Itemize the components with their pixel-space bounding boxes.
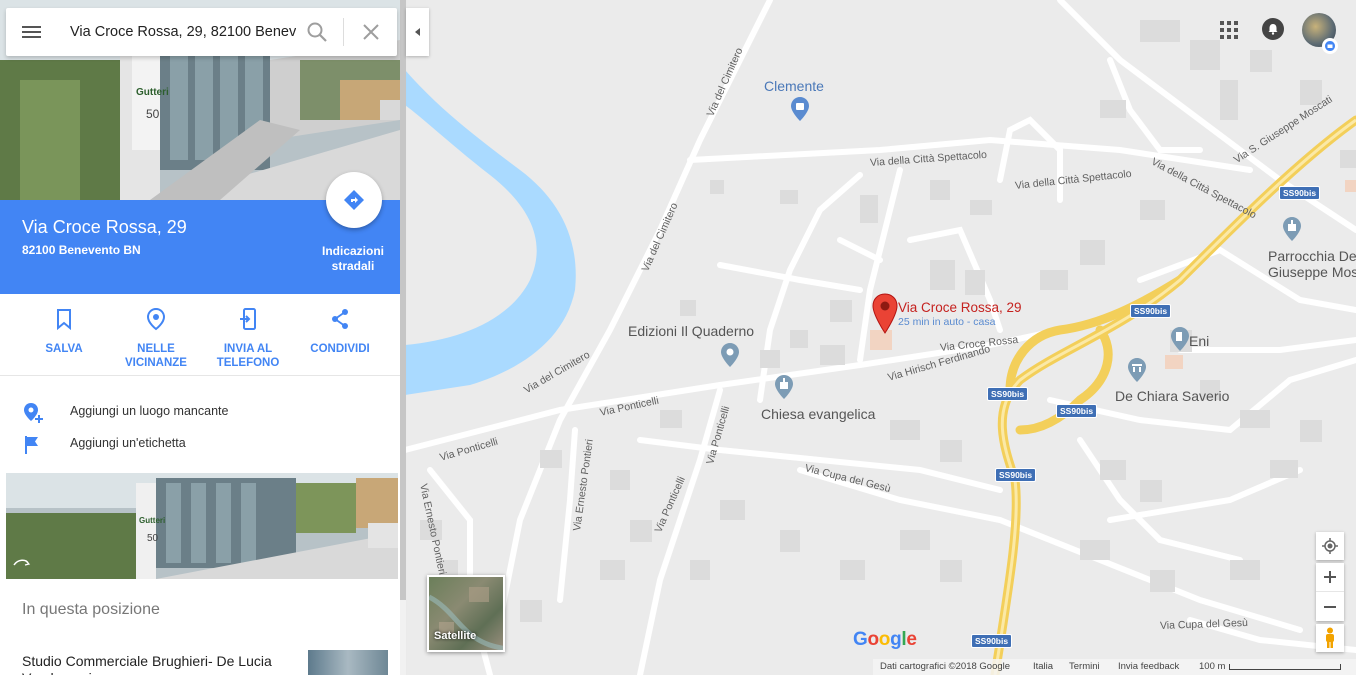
marker-title[interactable]: Via Croce Rossa, 29 bbox=[898, 300, 1022, 315]
add-place-icon bbox=[24, 403, 43, 423]
add-label-text: Aggiungi un'etichetta bbox=[70, 436, 186, 450]
hero-brand-number: 50 bbox=[146, 107, 160, 121]
send-to-phone-label: INVIA AL TELEFONO bbox=[216, 343, 280, 369]
bookmark-icon bbox=[57, 309, 71, 330]
mail-icon bbox=[1325, 41, 1335, 51]
country-link[interactable]: Italia bbox=[1033, 661, 1053, 672]
panel-scrollbar-thumb[interactable] bbox=[400, 0, 406, 600]
river bbox=[405, 70, 576, 395]
nearby-button[interactable]: NELLE VICINANZE bbox=[110, 306, 202, 370]
google-logo-g: G bbox=[853, 629, 868, 650]
highway-shield: SS90bis bbox=[971, 634, 1013, 648]
save-button[interactable]: SALVA bbox=[18, 306, 110, 356]
feedback-link[interactable]: Invia feedback bbox=[1118, 661, 1179, 672]
minus-icon bbox=[1324, 605, 1336, 608]
thumb-brand-number: 50 bbox=[147, 533, 159, 544]
marker-eta[interactable]: 25 min in auto - casa bbox=[898, 316, 995, 328]
location-marker-icon[interactable] bbox=[872, 293, 898, 335]
church-pin-icon[interactable] bbox=[1282, 216, 1302, 242]
my-location-button[interactable] bbox=[1316, 532, 1344, 560]
bell-icon bbox=[1268, 24, 1278, 35]
street-view-pegman[interactable] bbox=[1316, 624, 1344, 652]
street-view-thumbnail[interactable]: Gutteri 50 bbox=[6, 473, 398, 579]
map-footer: Dati cartografici ©2018 Google Italia Te… bbox=[873, 659, 1356, 675]
add-missing-place-link[interactable]: Aggiungi un luogo mancante bbox=[0, 396, 400, 426]
highway-shield: SS90bis bbox=[1130, 304, 1172, 318]
collapse-panel-button[interactable] bbox=[406, 8, 429, 56]
thumb-brand-text: Gutteri bbox=[139, 516, 165, 525]
poi-dechiara-label[interactable]: De Chiara Saverio bbox=[1115, 388, 1229, 404]
pegman-icon bbox=[1326, 627, 1334, 648]
send-to-phone-button[interactable]: INVIA AL TELEFONO bbox=[202, 306, 294, 370]
save-button-label: SALVA bbox=[45, 343, 83, 355]
poi-parrocchia-label-2[interactable]: Giuseppe Mos bbox=[1268, 264, 1356, 280]
zoom-in-button[interactable] bbox=[1316, 563, 1344, 592]
map-data-credits: Dati cartografici ©2018 Google bbox=[880, 661, 1011, 672]
highway-shield: SS90bis bbox=[995, 468, 1037, 482]
search-box bbox=[6, 8, 397, 56]
google-logo: Google bbox=[853, 629, 917, 650]
shopping-pin-icon[interactable] bbox=[790, 96, 810, 122]
close-icon[interactable] bbox=[362, 23, 380, 41]
place-title: Via Croce Rossa, 29 bbox=[22, 217, 187, 237]
plus-icon bbox=[1324, 571, 1336, 583]
add-missing-place-label: Aggiungi un luogo mancante bbox=[70, 404, 229, 418]
search-icon[interactable] bbox=[306, 21, 328, 43]
apps-grid-icon[interactable] bbox=[1220, 21, 1238, 39]
panel-scrollbar[interactable] bbox=[400, 0, 406, 675]
scale-bar bbox=[1229, 664, 1341, 670]
poi-eni-label[interactable]: Eni bbox=[1189, 333, 1209, 349]
directions-label[interactable]: Indicazioni stradali bbox=[310, 244, 396, 274]
poi-chiesa-label[interactable]: Chiesa evangelica bbox=[761, 406, 875, 422]
directions-icon bbox=[344, 190, 364, 210]
nearby-place-item[interactable]: Studio Commerciale Brughieri- De Lucia V… bbox=[0, 640, 400, 675]
satellite-toggle[interactable]: Satellite bbox=[427, 575, 505, 652]
nearby-place-name: Studio Commerciale Brughieri- De Lucia V… bbox=[22, 653, 272, 675]
zoom-control bbox=[1316, 563, 1344, 621]
gas-station-pin-icon[interactable] bbox=[1170, 326, 1190, 352]
nearby-button-label: NELLE VICINANZE bbox=[125, 343, 187, 369]
add-label-link[interactable]: Aggiungi un'etichetta bbox=[0, 428, 400, 458]
action-bar: SALVA NELLE VICINANZE INVIA AL TELEFONO … bbox=[0, 294, 400, 376]
send-to-phone-icon bbox=[240, 308, 256, 330]
search-input[interactable] bbox=[70, 20, 296, 44]
share-button[interactable]: CONDIVIDI bbox=[294, 306, 386, 356]
share-button-label: CONDIVIDI bbox=[310, 343, 370, 355]
place-pin-icon[interactable] bbox=[720, 342, 740, 368]
side-panel: Gutteri 50 Via Croce Rossa, 29 82100 Ben… bbox=[0, 0, 400, 675]
highway-shield: SS90bis bbox=[1056, 404, 1098, 418]
share-icon bbox=[332, 309, 348, 329]
directions-button[interactable] bbox=[326, 172, 382, 228]
highway-shield: SS90bis bbox=[1279, 186, 1321, 200]
nearby-place-thumbnail bbox=[308, 650, 388, 675]
street-view-thumbnail-image: Gutteri 50 bbox=[6, 473, 398, 579]
avatar-badge bbox=[1322, 38, 1338, 54]
poi-parrocchia-label[interactable]: Parrocchia De bbox=[1268, 248, 1356, 264]
nearby-icon bbox=[146, 307, 166, 331]
satellite-label: Satellite bbox=[434, 630, 477, 642]
flag-icon bbox=[25, 436, 38, 454]
section-title: In questa posizione bbox=[22, 601, 160, 618]
my-location-icon bbox=[1322, 538, 1338, 554]
museum-pin-icon[interactable] bbox=[1127, 357, 1147, 383]
place-address: 82100 Benevento BN bbox=[22, 243, 141, 257]
search-divider bbox=[343, 18, 344, 46]
poi-clemente-label[interactable]: Clemente bbox=[764, 78, 824, 94]
highway-shield: SS90bis bbox=[987, 387, 1029, 401]
zoom-out-button[interactable] bbox=[1316, 592, 1344, 621]
scale-label[interactable]: 100 m bbox=[1199, 661, 1225, 672]
chevron-left-icon bbox=[414, 28, 420, 36]
hero-brand-text: Gutteri bbox=[136, 87, 169, 98]
church-pin-icon[interactable] bbox=[774, 374, 794, 400]
poi-quaderno-label[interactable]: Edizioni Il Quaderno bbox=[628, 323, 754, 339]
notifications-button[interactable] bbox=[1262, 18, 1284, 40]
terms-link[interactable]: Termini bbox=[1069, 661, 1100, 672]
hamburger-menu-icon[interactable] bbox=[20, 22, 44, 42]
